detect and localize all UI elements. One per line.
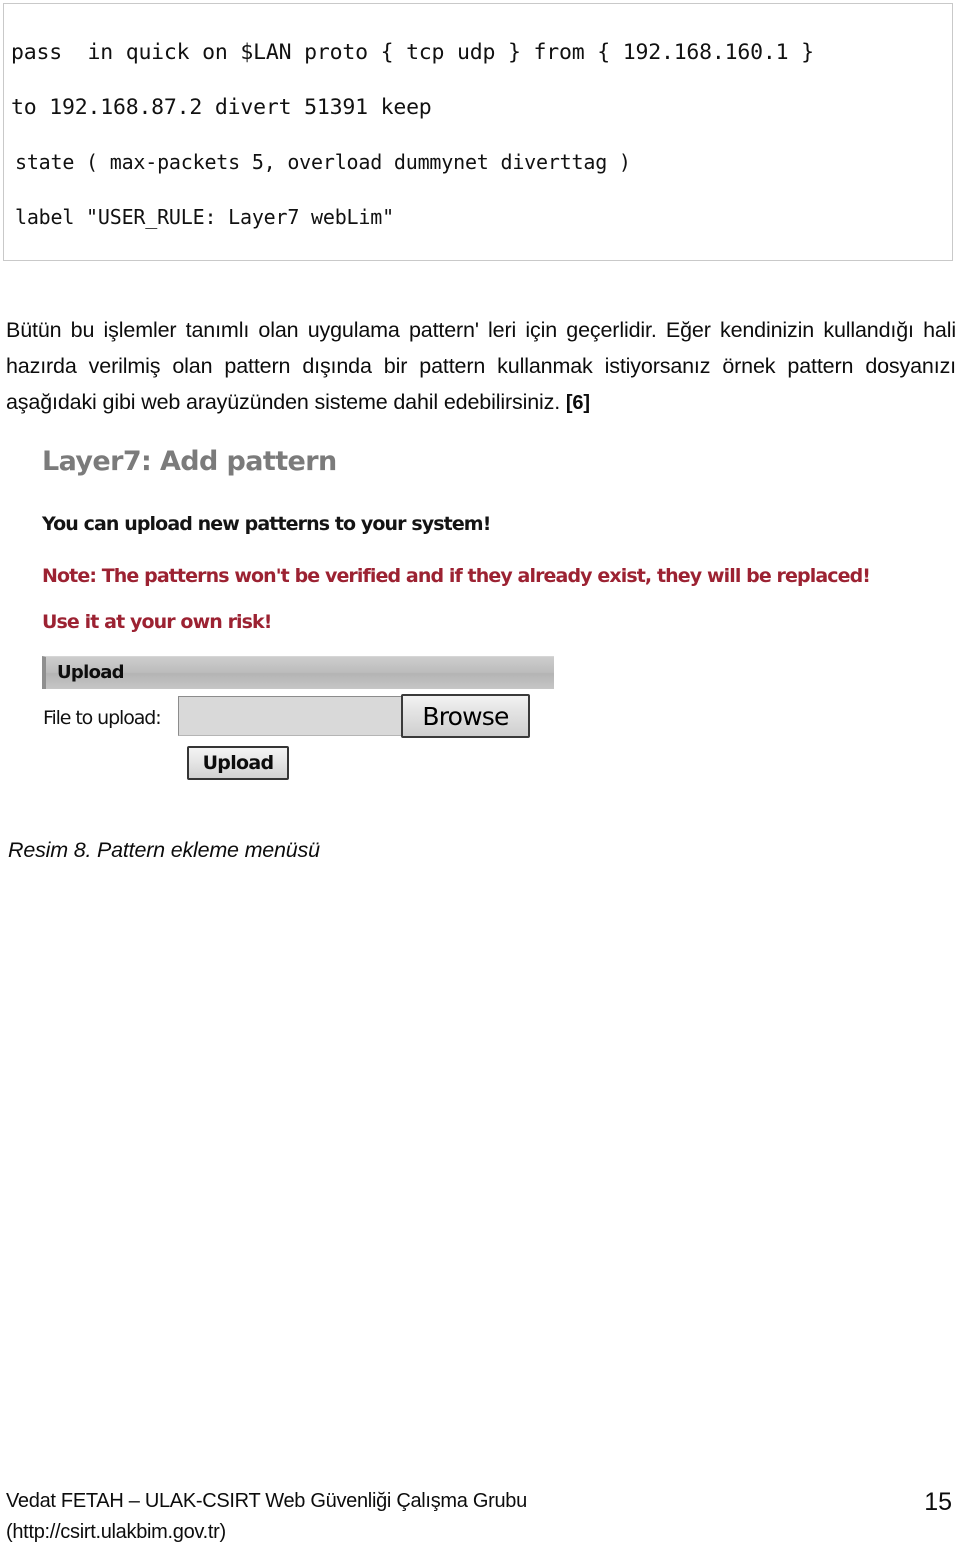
browse-button-label: Browse <box>422 701 509 731</box>
code-line: state ( max-packets 5, overload dummynet… <box>15 150 631 174</box>
panel-title: Layer7: Add pattern <box>42 446 337 477</box>
reference-marker: [6] <box>565 391 590 414</box>
page-footer: Vedat FETAH – ULAK-CSIRT Web Güvenliği Ç… <box>0 1486 960 1549</box>
panel-warning-risk: Use it at your own risk! <box>42 611 272 633</box>
code-line: pass in quick on $LAN proto { tcp udp } … <box>11 40 814 65</box>
upload-section-header-label: Upload <box>57 662 125 683</box>
embedded-screenshot-figure: Layer7: Add pattern You can upload new p… <box>36 438 936 783</box>
upload-form: Upload File to upload: Browse Upload <box>42 656 554 780</box>
file-upload-row: File to upload: Browse <box>42 694 554 738</box>
code-line: to 192.168.87.2 divert 51391 keep <box>11 95 432 120</box>
figure-caption: Resim 8. Pattern ekleme menüsü <box>8 838 320 862</box>
upload-submit-button[interactable]: Upload <box>187 746 289 780</box>
code-line: label "USER_RULE: Layer7 webLim" <box>15 205 394 229</box>
file-path-input[interactable] <box>178 696 403 736</box>
paragraph-text: Bütün bu işlemler tanımlı olan uygulama … <box>6 317 956 414</box>
upload-submit-button-label: Upload <box>202 752 275 774</box>
file-to-upload-label: File to upload: <box>43 707 162 729</box>
page-number: 15 <box>924 1488 952 1516</box>
body-paragraph: Bütün bu işlemler tanımlı olan uygulama … <box>6 312 956 421</box>
panel-info-text: You can upload new patterns to your syst… <box>42 513 491 535</box>
code-block: pass in quick on $LAN proto { tcp udp } … <box>3 3 953 261</box>
browse-button[interactable]: Browse <box>401 694 530 738</box>
footer-attribution: Vedat FETAH – ULAK-CSIRT Web Güvenliği Ç… <box>6 1490 527 1543</box>
upload-section-header: Upload <box>42 656 554 689</box>
panel-warning-note: Note: The patterns won't be verified and… <box>42 565 871 587</box>
